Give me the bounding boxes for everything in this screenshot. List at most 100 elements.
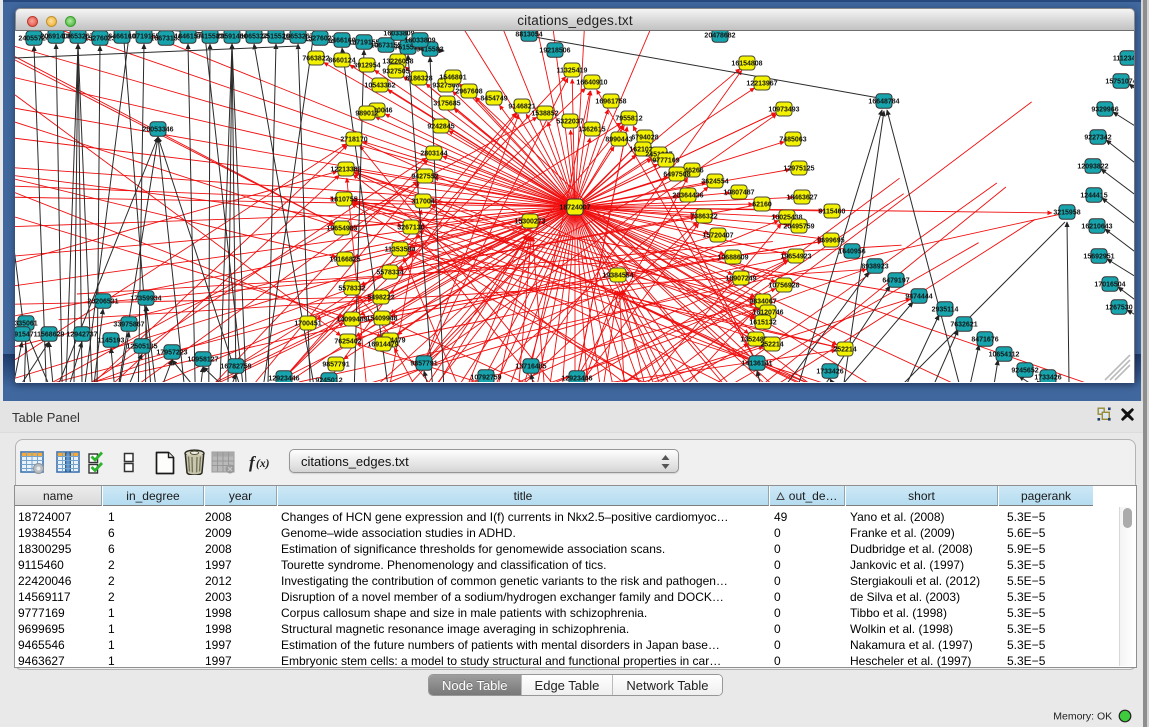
svg-text:16033809: 16033809 (404, 38, 435, 45)
svg-text:18463627: 18463627 (786, 195, 817, 202)
svg-text:10756928: 10756928 (768, 283, 799, 290)
svg-text:1145193: 1145193 (98, 338, 125, 345)
svg-text:10973493: 10973493 (768, 107, 799, 114)
svg-text:10688609: 10688609 (717, 255, 748, 262)
svg-text:3624554: 3624554 (701, 179, 728, 186)
svg-text:9227342: 9227342 (1084, 135, 1111, 142)
svg-text:15300273: 15300273 (514, 219, 545, 226)
svg-text:17957223: 17957223 (156, 350, 187, 357)
svg-text:8186328: 8186328 (405, 76, 432, 83)
svg-text:17016504: 17016504 (1094, 282, 1125, 289)
svg-text:5322037: 5322037 (556, 119, 583, 126)
svg-text:14136141: 14136141 (741, 361, 772, 368)
svg-text:3175685: 3175685 (433, 101, 460, 108)
svg-text:2935114: 2935114 (932, 307, 959, 314)
svg-text:6497508: 6497508 (663, 172, 690, 179)
svg-text:8471676: 8471676 (971, 337, 998, 344)
svg-text:12923446: 12923446 (268, 376, 299, 382)
svg-text:7386322: 7386322 (690, 214, 717, 221)
svg-text:19654923: 19654923 (780, 254, 811, 261)
svg-text:252214: 252214 (833, 347, 856, 354)
svg-text:252214: 252214 (760, 342, 783, 349)
svg-text:11325419: 11325419 (557, 68, 588, 75)
svg-text:8990443: 8990443 (605, 137, 632, 144)
svg-text:8660124: 8660124 (328, 58, 355, 65)
svg-text:5498222: 5498222 (367, 295, 394, 302)
svg-text:9777169: 9777169 (652, 158, 679, 165)
svg-text:6794028: 6794028 (631, 135, 658, 142)
svg-text:989012: 989012 (355, 111, 378, 118)
svg-text:1546801: 1546801 (439, 75, 466, 82)
svg-text:10654112: 10654112 (989, 352, 1020, 359)
svg-text:1733426: 1733426 (816, 369, 843, 376)
svg-text:20364436: 20364436 (672, 193, 703, 200)
svg-text:3215958: 3215958 (1053, 210, 1080, 217)
svg-text:9857791: 9857791 (410, 361, 437, 368)
svg-text:19384554: 19384554 (602, 273, 633, 280)
svg-text:8938923: 8938923 (861, 264, 888, 271)
svg-text:33975867: 33975867 (113, 322, 144, 329)
svg-text:19218506: 19218506 (539, 48, 570, 55)
svg-text:7625402: 7625402 (334, 339, 361, 346)
svg-text:11568629: 11568629 (34, 332, 65, 339)
svg-text:10958127: 10958127 (187, 357, 218, 364)
svg-text:16782759: 16782759 (220, 364, 251, 371)
svg-text:12093822: 12093822 (1077, 164, 1108, 171)
svg-text:7955812: 7955812 (615, 116, 642, 123)
svg-text:317004: 317004 (411, 199, 434, 206)
svg-text:1640956: 1640956 (838, 249, 865, 256)
svg-text:10807487: 10807487 (723, 190, 754, 197)
svg-text:9245652: 9245652 (1011, 368, 1038, 375)
svg-text:(x): (x) (256, 458, 270, 470)
svg-text:12942737: 12942737 (66, 332, 97, 339)
svg-text:16154808: 16154808 (731, 61, 762, 68)
svg-text:2803144: 2803144 (420, 151, 447, 158)
svg-text:12213383: 12213383 (330, 167, 361, 174)
svg-text:9115460: 9115460 (819, 209, 846, 216)
svg-text:1810755: 1810755 (330, 197, 357, 204)
svg-text:7485063: 7485063 (779, 137, 806, 144)
svg-text:16210643: 16210643 (1081, 224, 1112, 231)
svg-text:12213967: 12213967 (746, 81, 777, 88)
svg-text:19166825: 19166825 (329, 257, 360, 264)
svg-text:2718170: 2718170 (340, 137, 367, 144)
svg-text:20495759: 20495759 (783, 224, 814, 231)
svg-text:20053346: 20053346 (142, 127, 173, 134)
svg-text:14099489: 14099489 (336, 317, 367, 324)
svg-text:1362615: 1362615 (578, 127, 605, 134)
svg-text:9474444: 9474444 (905, 294, 932, 301)
svg-text:9245012: 9245012 (315, 378, 342, 382)
svg-text:16914479: 16914479 (367, 342, 398, 349)
svg-text:11353594: 11353594 (385, 247, 416, 254)
svg-text:391547: 391547 (15, 332, 34, 339)
svg-text:1615132: 1615132 (749, 320, 776, 327)
svg-text:9329966: 9329966 (1091, 107, 1118, 114)
svg-text:9699695: 9699695 (817, 238, 844, 245)
svg-text:2967608: 2967608 (455, 89, 482, 96)
svg-text:62160: 62160 (752, 202, 772, 209)
svg-text:1733426: 1733426 (1034, 375, 1061, 382)
svg-text:16640910: 16640910 (576, 80, 607, 87)
svg-text:13716485: 13716485 (515, 364, 546, 371)
svg-text:8454749: 8454749 (480, 96, 507, 103)
svg-text:15720407: 15720407 (702, 233, 733, 240)
svg-text:19654983: 19654983 (326, 226, 357, 233)
svg-text:1267530: 1267530 (1105, 305, 1132, 312)
svg-text:16648784: 16648784 (868, 99, 899, 106)
svg-text:12975125: 12975125 (783, 166, 814, 173)
svg-text:9327505: 9327505 (382, 69, 409, 76)
svg-text:9242845: 9242845 (427, 124, 454, 131)
svg-text:8813054: 8813054 (515, 32, 542, 39)
svg-text:20206531: 20206531 (87, 299, 118, 306)
svg-text:1538852: 1538852 (531, 111, 558, 118)
svg-text:7632621: 7632621 (950, 322, 977, 329)
svg-text:6479197: 6479197 (882, 278, 909, 285)
svg-text:1700451: 1700451 (294, 321, 321, 328)
svg-text:10792759: 10792759 (470, 375, 501, 382)
svg-text:9146821: 9146821 (508, 104, 535, 111)
svg-text:12923446: 12923446 (561, 376, 592, 382)
svg-text:11123456: 11123456 (1113, 56, 1134, 63)
svg-text:7663822: 7663822 (302, 56, 329, 63)
svg-text:15751074: 15751074 (1105, 79, 1134, 86)
svg-text:3267130: 3267130 (397, 225, 424, 232)
